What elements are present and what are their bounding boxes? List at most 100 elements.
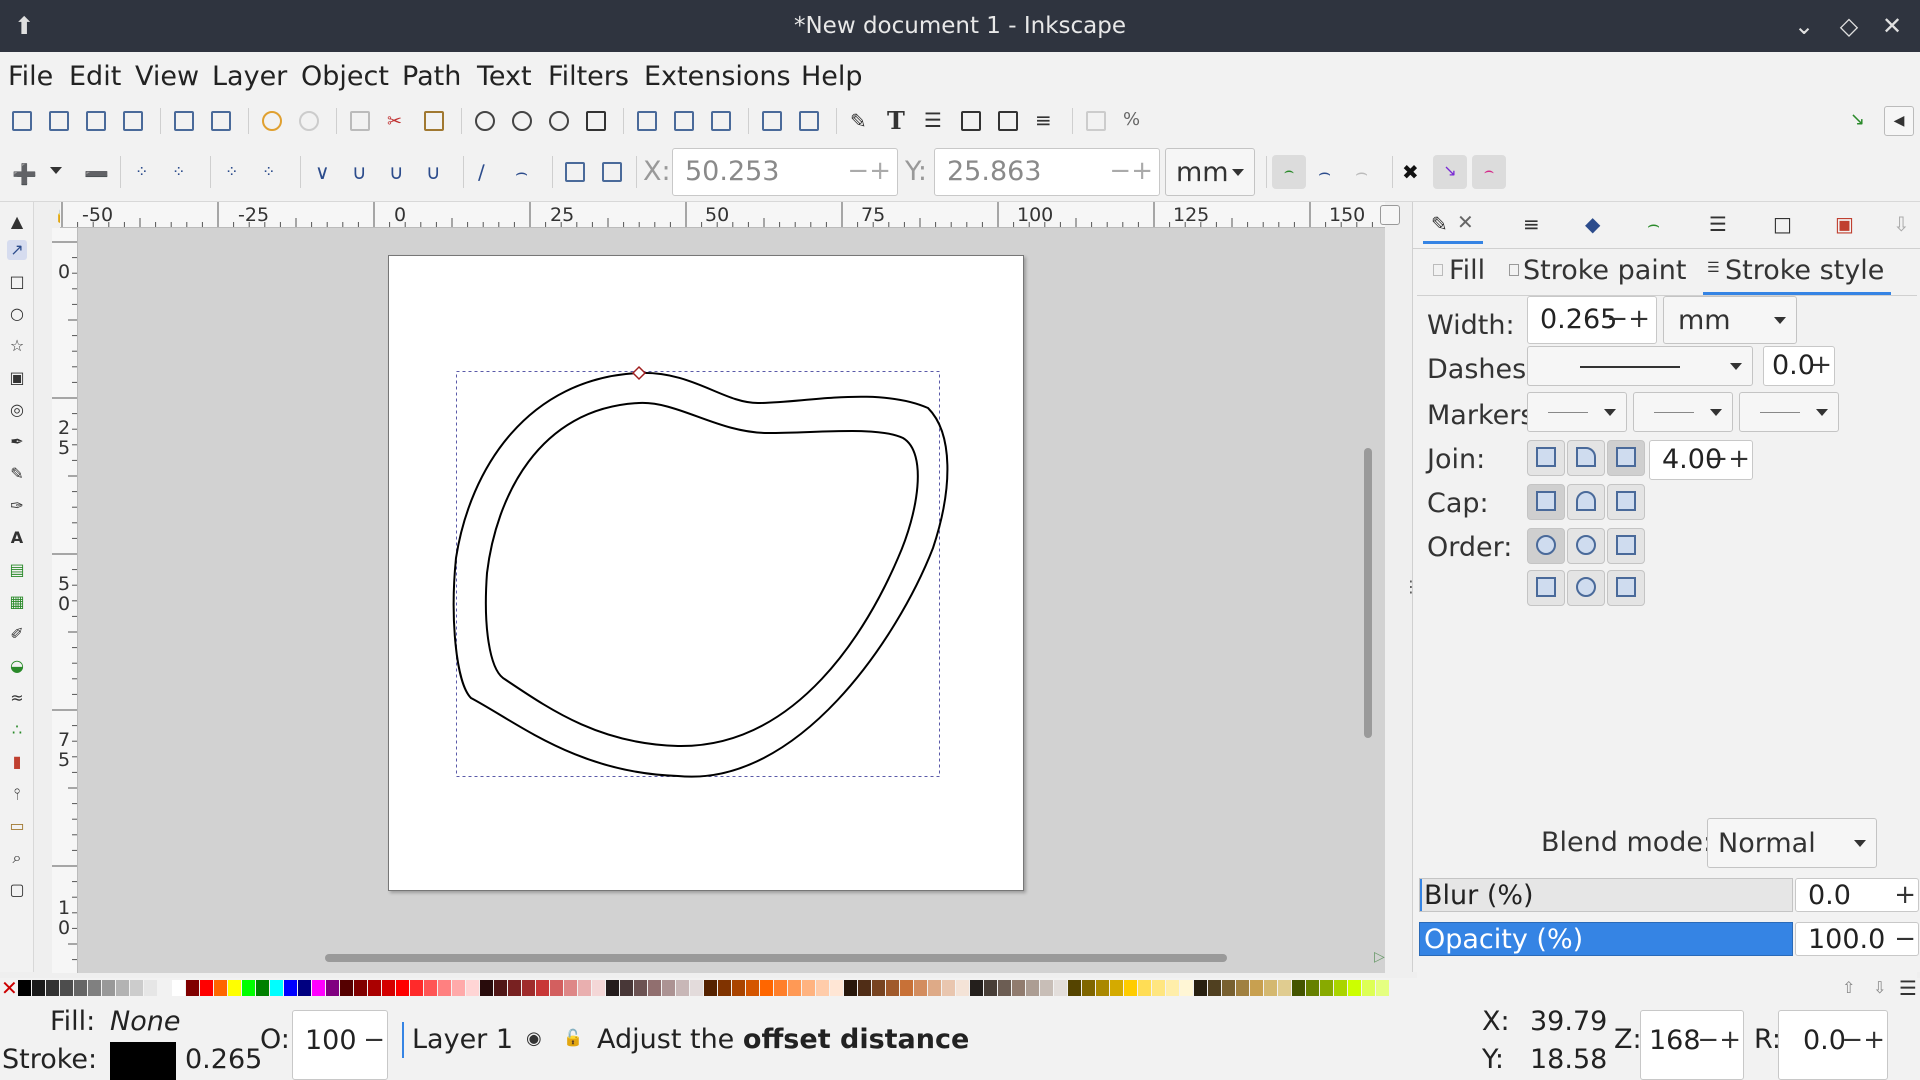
color-swatch[interactable] (1040, 980, 1054, 996)
dropper-tool-icon[interactable]: ✐ (7, 624, 27, 644)
star-tool-icon[interactable]: ☆ (7, 336, 27, 356)
group-icon[interactable] (762, 111, 782, 131)
color-swatch[interactable] (648, 980, 662, 996)
color-swatch[interactable] (676, 980, 690, 996)
color-swatch[interactable] (1110, 980, 1124, 996)
zoom-selection-icon[interactable] (475, 111, 495, 131)
width-unit-selector[interactable]: mm (1663, 296, 1797, 344)
zoom-field[interactable]: 168 −+ (1640, 1010, 1744, 1080)
color-swatch[interactable] (172, 980, 186, 996)
measure-tool-icon[interactable]: ▭ (7, 816, 27, 836)
zoom-page-icon[interactable] (549, 111, 569, 131)
vertical-scrollbar[interactable] (1364, 448, 1372, 738)
ellipse-tool-icon[interactable]: ○ (7, 304, 27, 324)
edit-clip-icon[interactable]: ⌢ (1355, 160, 1375, 184)
x-stepper-icon[interactable]: −+ (847, 156, 891, 186)
color-swatch[interactable] (872, 980, 886, 996)
color-swatch[interactable] (410, 980, 424, 996)
mesh-tool-icon[interactable]: ▦ (7, 592, 27, 612)
paste-icon[interactable] (424, 111, 444, 131)
unit-selector[interactable]: mm (1165, 148, 1255, 196)
lock-icon[interactable]: 🔓 (563, 1028, 583, 1047)
blur-stepper-icon[interactable]: + (1894, 880, 1916, 910)
color-swatch[interactable] (298, 980, 312, 996)
menu-extensions[interactable]: Extensions (644, 61, 791, 92)
color-swatch[interactable] (424, 980, 438, 996)
color-swatch[interactable] (1320, 980, 1334, 996)
close-icon[interactable]: ✕ (1457, 210, 1474, 234)
color-swatch[interactable] (816, 980, 830, 996)
round-join-button[interactable] (1567, 440, 1605, 476)
color-swatch[interactable] (1012, 980, 1026, 996)
color-swatch[interactable] (1222, 980, 1236, 996)
color-swatch[interactable] (802, 980, 816, 996)
color-swatch[interactable] (200, 980, 214, 996)
color-swatch[interactable] (1292, 980, 1306, 996)
color-swatch[interactable] (270, 980, 284, 996)
segment-to-curve-icon[interactable]: ⌢ (515, 160, 535, 184)
order-markers-stroke-fill-button[interactable] (1607, 570, 1645, 606)
y-coordinate-field[interactable]: 25.863 −+ (934, 148, 1160, 196)
join-segment-icon[interactable]: ⁘ (225, 162, 245, 182)
color-swatch[interactable] (886, 980, 900, 996)
symmetric-node-icon[interactable]: ∪ (389, 160, 409, 184)
miter-join-button[interactable] (1607, 440, 1645, 476)
stroke-to-path-icon[interactable] (602, 162, 622, 182)
color-swatch[interactable] (1082, 980, 1096, 996)
menu-object[interactable]: Object (301, 61, 389, 92)
miter-limit-stepper-icon[interactable]: −+ (1706, 444, 1750, 474)
eraser-tool-icon[interactable]: ▮ (7, 752, 27, 772)
color-swatch[interactable] (242, 980, 256, 996)
drawing-canvas[interactable]: ▷ (78, 228, 1385, 973)
start-marker-selector[interactable] (1527, 392, 1627, 432)
artwork[interactable] (78, 228, 1385, 973)
break-path-icon[interactable]: ⁘ (172, 162, 192, 182)
color-swatch[interactable] (998, 980, 1012, 996)
no-paint-swatch-icon[interactable]: ✕ (1, 976, 18, 1000)
cut-icon[interactable]: ✂ (387, 111, 407, 132)
color-swatch[interactable] (1026, 980, 1040, 996)
color-swatch[interactable] (564, 980, 578, 996)
new-document-icon[interactable] (12, 111, 32, 131)
color-swatch[interactable] (60, 980, 74, 996)
dock-tab-export-icon[interactable]: □ (1773, 212, 1792, 236)
copy-icon[interactable] (350, 111, 370, 131)
calligraphy-tool-icon[interactable]: ✑ (7, 496, 27, 516)
color-swatch[interactable] (368, 980, 382, 996)
align-distribute-icon[interactable]: ≡ (1035, 108, 1055, 132)
color-swatch[interactable] (452, 980, 466, 996)
opacity-indicator-stepper-icon[interactable]: − (363, 1025, 385, 1055)
color-swatch[interactable] (158, 980, 172, 996)
insert-node-dropdown-icon[interactable] (50, 167, 62, 174)
order-stroke-markers-fill-button[interactable] (1567, 570, 1605, 606)
color-swatch[interactable] (718, 980, 732, 996)
color-swatch[interactable] (536, 980, 550, 996)
color-swatch[interactable] (522, 980, 536, 996)
color-swatch[interactable] (1166, 980, 1180, 996)
color-swatch[interactable] (620, 980, 634, 996)
minimize-icon[interactable]: ⌄ (1788, 10, 1820, 42)
color-swatch[interactable] (396, 980, 410, 996)
color-swatch[interactable] (1208, 980, 1222, 996)
color-swatch[interactable] (46, 980, 60, 996)
color-swatch[interactable] (438, 980, 452, 996)
palette-menu-icon[interactable]: ☰ (1899, 976, 1917, 1000)
auto-smooth-node-icon[interactable]: ∪ (426, 160, 446, 184)
scroll-palette-down-icon[interactable]: ⇩ (1873, 978, 1886, 997)
percent-icon[interactable]: % (1123, 109, 1143, 130)
menu-edit[interactable]: Edit (69, 61, 121, 92)
object-to-path-icon[interactable] (565, 162, 585, 182)
delete-node-icon[interactable]: ➖ (84, 162, 109, 186)
preferences-icon[interactable] (1086, 111, 1106, 131)
color-swatch[interactable] (1348, 980, 1362, 996)
unlink-clone-icon[interactable] (711, 111, 731, 131)
color-swatch[interactable] (760, 980, 774, 996)
snap-toggle-icon[interactable]: ↘ (1850, 109, 1870, 130)
color-swatch[interactable] (116, 980, 130, 996)
show-bbox-icon[interactable]: ↘ (1433, 155, 1467, 189)
color-swatch[interactable] (284, 980, 298, 996)
color-swatch[interactable] (914, 980, 928, 996)
inner-path[interactable] (484, 401, 919, 748)
zoom-drawing-icon[interactable] (512, 111, 532, 131)
menu-filters[interactable]: Filters (548, 61, 629, 92)
